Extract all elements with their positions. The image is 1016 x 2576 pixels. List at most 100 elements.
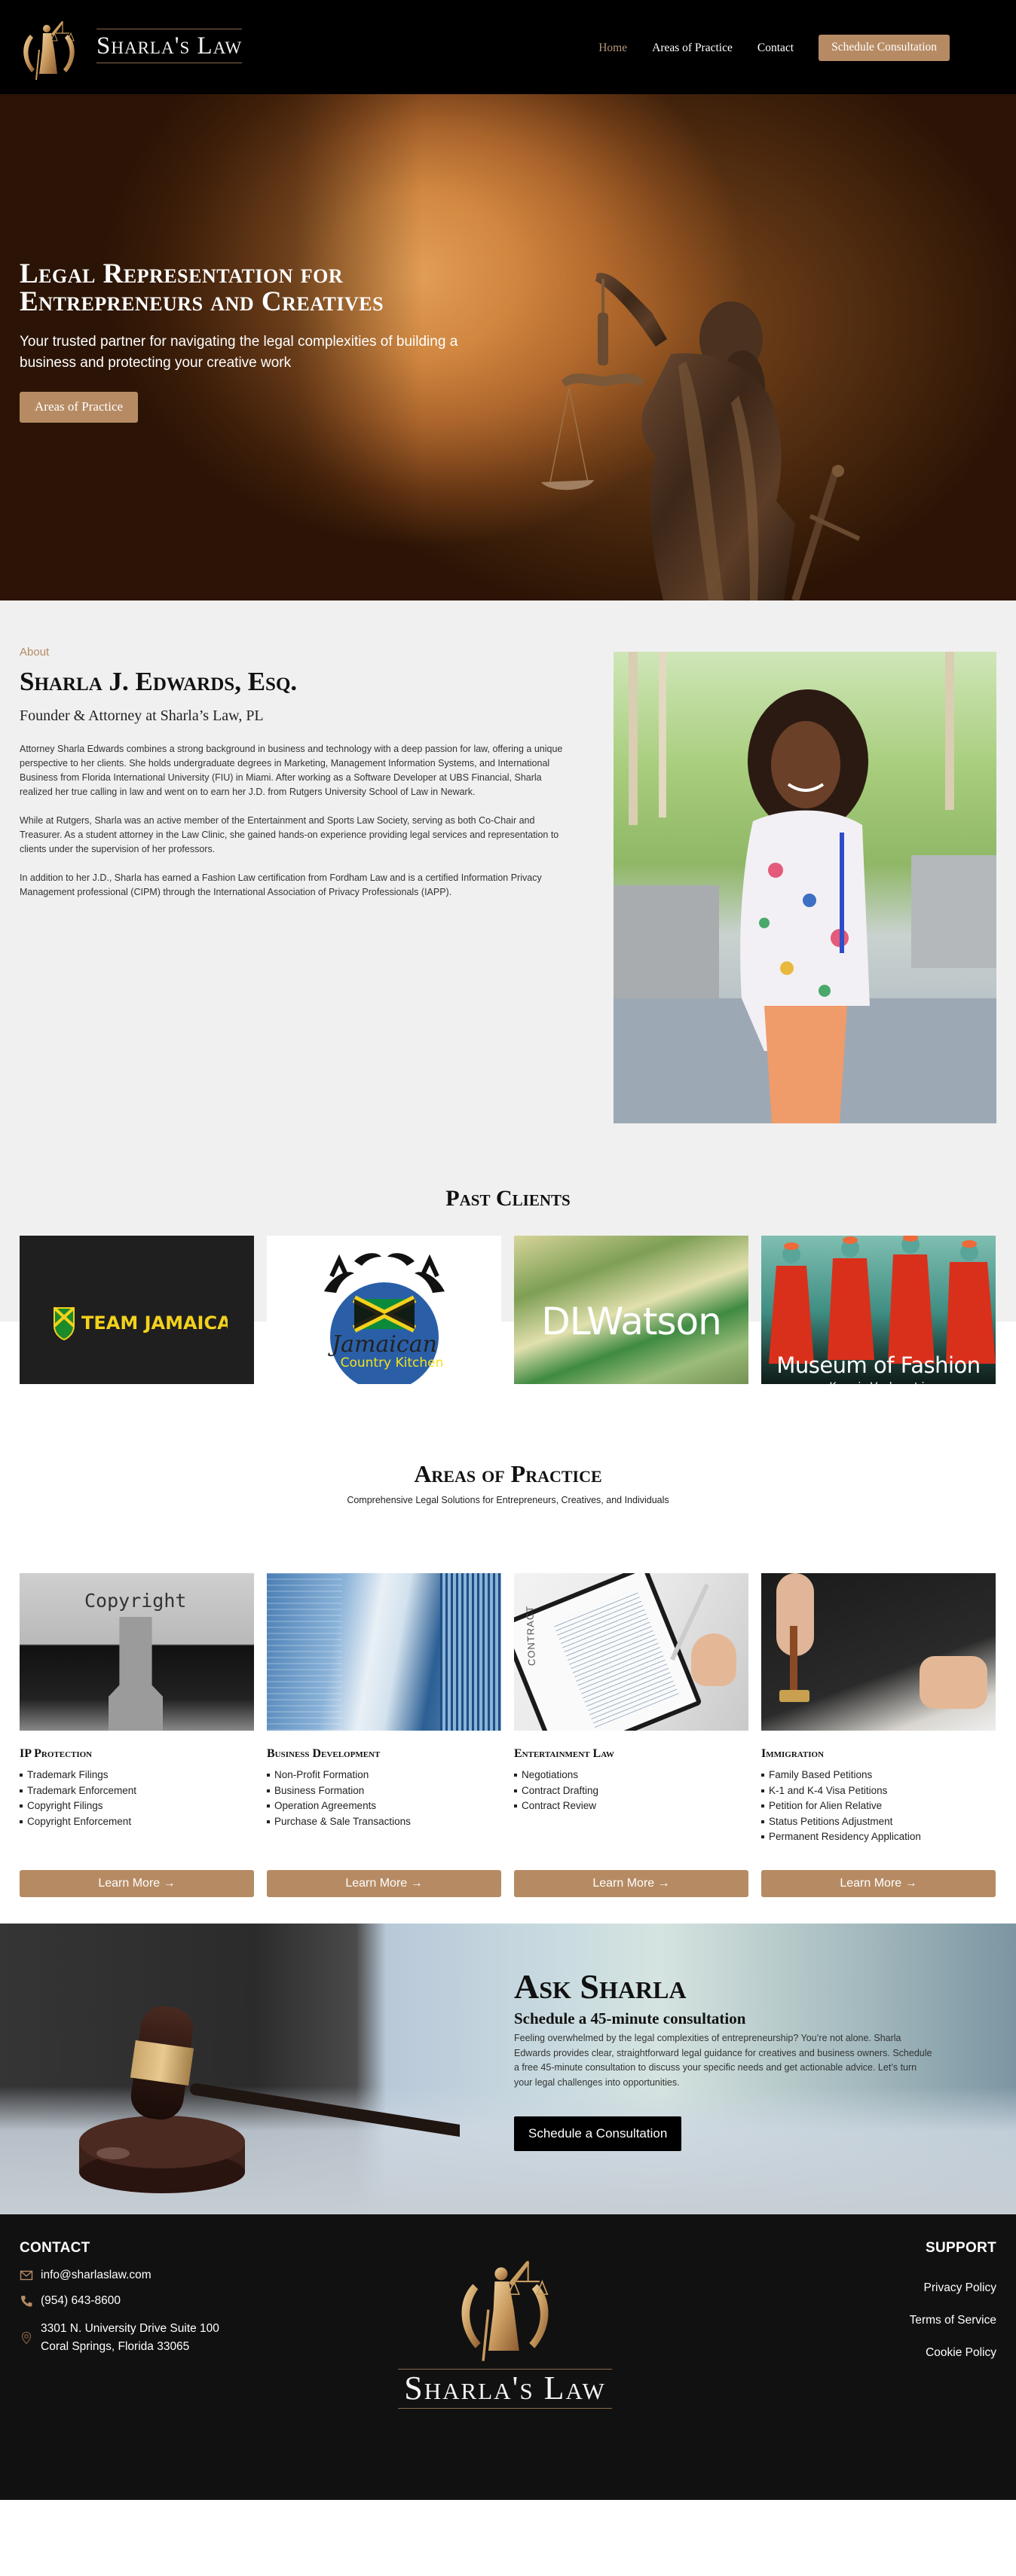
learn-more-button-immigration[interactable]: Learn More → xyxy=(761,1870,996,1897)
lady-justice-logo-icon xyxy=(23,21,75,81)
nav-home[interactable]: Home xyxy=(598,41,627,55)
practice-card-business-development: Business Development Non-Profit Formatio… xyxy=(267,1573,501,1897)
learn-more-button-ip-protection[interactable]: Learn More → xyxy=(20,1870,254,1897)
gavel-image xyxy=(79,2006,460,2193)
ask-sharla-title: Ask Sharla xyxy=(514,1967,687,2006)
hero-content: Legal Representation for Entrepreneurs a… xyxy=(20,260,502,423)
lady-justice-statue-image xyxy=(541,273,861,600)
contract-lines xyxy=(552,1589,679,1728)
main-nav: Home Areas of Practice Contact Schedule … xyxy=(598,35,950,61)
ask-sharla-section: Ask Sharla Schedule a 45-minute consulta… xyxy=(0,1924,1016,2214)
footer-logo-wordmark: Sharla's Law xyxy=(398,2369,612,2409)
practice-title: Business Development xyxy=(267,1747,381,1760)
service-item: K-1 and K-4 Visa Petitions xyxy=(761,1783,996,1799)
building-windows xyxy=(440,1573,501,1731)
areas-title: Areas of Practice xyxy=(414,1460,602,1487)
practice-card-ip-protection: Copyright IP Protection Trademark Filing… xyxy=(20,1573,254,1897)
client-card-dlwatson[interactable]: DLWatson xyxy=(514,1236,748,1407)
footer-contact: CONTACT info@sharlaslaw.com (954) 643-86… xyxy=(20,2240,219,2356)
service-item: Copyright Filings xyxy=(20,1798,254,1814)
footer-email[interactable]: info@sharlaslaw.com xyxy=(20,2269,219,2282)
site-logo[interactable]: Sharla's Law xyxy=(17,11,243,81)
hand xyxy=(920,1656,987,1709)
footer-address-line1: 3301 N. University Drive Suite 100 xyxy=(41,2322,219,2335)
site-footer: CONTACT info@sharlaslaw.com (954) 643-86… xyxy=(0,2214,1016,2500)
footer-phone[interactable]: (954) 643-8600 xyxy=(20,2294,219,2308)
client-card-museum-of-fashion[interactable]: Museum of Fashion Keni Valenti xyxy=(761,1236,996,1407)
service-item: Contract Review xyxy=(514,1798,748,1814)
past-clients-section: Past Clients TEAM JAMAICA Jamaican Count… xyxy=(0,1158,1016,1407)
site-header: Sharla's Law Home Areas of Practice Cont… xyxy=(0,0,1016,94)
logo-wordmark: Sharla's Law xyxy=(96,29,243,63)
phone-icon xyxy=(21,2296,32,2307)
cookie-policy-link[interactable]: Cookie Policy xyxy=(910,2346,996,2360)
learn-more-button-business-development[interactable]: Learn More → xyxy=(267,1870,501,1897)
practice-services-list: Negotiations Contract Drafting Contract … xyxy=(514,1768,748,1870)
footer-logo[interactable]: Sharla's Law xyxy=(392,2243,618,2409)
team-jamaica-text: TEAM JAMAICA xyxy=(81,1312,228,1334)
service-item: Petition for Alien Relative xyxy=(761,1798,996,1814)
hero-subtitle: Your trusted partner for navigating the … xyxy=(20,334,458,371)
nav-contact[interactable]: Contact xyxy=(757,41,794,55)
typewriter-typebar xyxy=(109,1617,163,1731)
email-icon xyxy=(20,2270,33,2281)
service-item: Trademark Filings xyxy=(20,1768,254,1783)
terms-of-service-link[interactable]: Terms of Service xyxy=(910,2314,996,2327)
practice-card-immigration: Immigration Family Based Petitions K-1 a… xyxy=(761,1573,996,1897)
service-item: Permanent Residency Application xyxy=(761,1829,996,1845)
service-item: Status Petitions Adjustment xyxy=(761,1814,996,1830)
hero-section: Legal Representation for Entrepreneurs a… xyxy=(0,94,1016,600)
attorney-name: Sharla J. Edwards, Esq. xyxy=(20,667,298,696)
practice-title: Immigration xyxy=(761,1747,825,1760)
bio-paragraph: Attorney Sharla Edwards combines a stron… xyxy=(20,744,563,797)
hero-title: Legal Representation for Entrepreneurs a… xyxy=(20,258,384,317)
service-item: Operation Agreements xyxy=(267,1798,501,1814)
stamp-document-image xyxy=(761,1573,996,1731)
ask-sharla-content: Ask Sharla Schedule a 45-minute consulta… xyxy=(514,1969,936,2151)
areas-subtitle: Comprehensive Legal Solutions for Entrep… xyxy=(347,1495,669,1505)
attorney-photo xyxy=(614,652,996,1123)
ask-sharla-body: Feeling overwhelmed by the legal complex… xyxy=(514,2033,932,2088)
practice-services-list: Family Based Petitions K-1 and K-4 Visa … xyxy=(761,1768,996,1870)
service-item: Copyright Enforcement xyxy=(20,1814,254,1830)
client-grid: TEAM JAMAICA Jamaican Country Kitchen DL… xyxy=(20,1236,996,1407)
bio-paragraph: In addition to her J.D., Sharla has earn… xyxy=(20,872,542,897)
service-item: Family Based Petitions xyxy=(761,1768,996,1783)
jamaican-text: Jamaican xyxy=(327,1331,437,1358)
bio-paragraph: While at Rutgers, Sharla was an active m… xyxy=(20,815,559,854)
logo-text: Sharla's Law xyxy=(96,32,243,60)
nav-areas-of-practice[interactable]: Areas of Practice xyxy=(652,41,733,55)
past-clients-title: Past Clients xyxy=(445,1186,571,1211)
learn-more-button-entertainment-law[interactable]: Learn More → xyxy=(514,1870,748,1897)
areas-of-practice-section: Areas of Practice Comprehensive Legal So… xyxy=(0,1384,1016,1924)
jamaican-country-kitchen-logo-icon: Jamaican Country Kitchen xyxy=(323,1252,445,1391)
schedule-consultation-button[interactable]: Schedule Consultation xyxy=(819,35,950,61)
privacy-policy-link[interactable]: Privacy Policy xyxy=(910,2281,996,2295)
building-windows xyxy=(267,1573,342,1731)
contract-signing-image: CONTRACT xyxy=(514,1573,748,1731)
client-card-team-jamaica[interactable]: TEAM JAMAICA xyxy=(20,1236,254,1407)
client-card-jamaican-country-kitchen[interactable]: Jamaican Country Kitchen xyxy=(267,1236,501,1407)
service-item: Non-Profit Formation xyxy=(267,1768,501,1783)
service-item: Trademark Enforcement xyxy=(20,1783,254,1799)
schedule-a-consultation-button[interactable]: Schedule a Consultation xyxy=(514,2116,682,2151)
practice-grid: Copyright IP Protection Trademark Filing… xyxy=(20,1573,996,1897)
service-item: Contract Drafting xyxy=(514,1783,748,1799)
ask-sharla-subtitle: Schedule a 45-minute consultation xyxy=(514,2009,746,2027)
footer-email-text[interactable]: info@sharlaslaw.com xyxy=(41,2269,151,2282)
typewriter-copyright-image: Copyright xyxy=(20,1573,254,1731)
footer-phone-text[interactable]: (954) 643-8600 xyxy=(41,2294,121,2308)
areas-of-practice-button[interactable]: Areas of Practice xyxy=(20,392,139,423)
copyright-typed-text: Copyright xyxy=(84,1590,187,1612)
practice-title: Entertainment Law xyxy=(514,1747,614,1760)
map-pin-icon xyxy=(21,2331,32,2345)
footer-logo-text: Sharla's Law xyxy=(404,2370,606,2406)
about-section: About Sharla J. Edwards, Esq. Founder & … xyxy=(0,600,1016,1158)
stamp-handle xyxy=(790,1626,797,1694)
skyscrapers-image xyxy=(267,1573,501,1731)
attorney-bio: Attorney Sharla Edwards combines a stron… xyxy=(20,742,570,914)
footer-support-heading: SUPPORT xyxy=(926,2240,996,2256)
dlwatson-logo-text: DLWatson xyxy=(541,1299,722,1343)
practice-card-entertainment-law: CONTRACT Entertainment Law Negotiations … xyxy=(514,1573,748,1897)
footer-contact-heading: CONTACT xyxy=(20,2240,90,2256)
